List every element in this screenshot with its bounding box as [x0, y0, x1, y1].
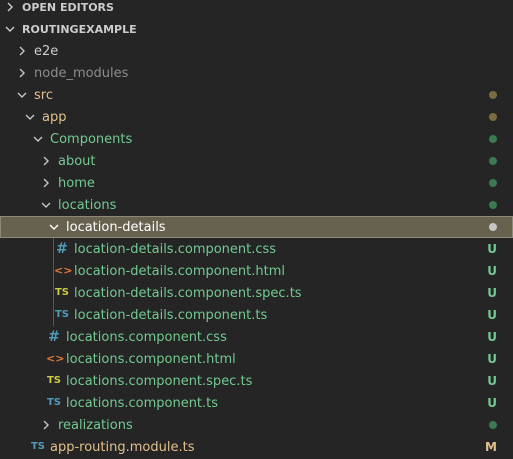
modified-dot-icon	[489, 91, 497, 99]
tree-item-label: location-details	[66, 219, 166, 235]
untracked-badge: U	[487, 330, 497, 344]
tree-item-label: location-details.component.css	[74, 241, 277, 257]
tree-folder-locations[interactable]: locations	[0, 194, 513, 216]
tree-file-locations-ts[interactable]: TS locations.component.ts U	[0, 392, 513, 414]
chevron-down-icon	[14, 87, 30, 103]
untracked-badge: U	[487, 374, 497, 388]
chevron-down-icon	[38, 197, 54, 213]
html-file-icon: <>	[46, 352, 65, 365]
tree-file-location-details-ts[interactable]: TS location-details.component.ts U	[0, 304, 513, 326]
modified-dot-icon	[489, 113, 497, 121]
ts-file-icon: TS	[46, 397, 62, 408]
project-header[interactable]: ROUTINGEXAMPLE	[0, 18, 513, 40]
tree-item-label: locations.component.html	[66, 351, 236, 367]
tree-item-label: app	[42, 109, 67, 125]
chevron-down-icon	[30, 131, 46, 147]
untracked-badge: U	[487, 352, 497, 366]
tree-file-locations-spec[interactable]: TS locations.component.spec.ts U	[0, 370, 513, 392]
indent-guide	[53, 304, 54, 326]
tree-item-label: src	[34, 87, 53, 103]
untracked-badge: U	[487, 286, 497, 300]
untracked-dot-icon	[489, 135, 497, 143]
tree-item-label: app-routing.module.ts	[50, 439, 195, 455]
chevron-right-icon	[14, 65, 30, 81]
tree-folder-e2e[interactable]: e2e	[0, 40, 513, 62]
tree-folder-about[interactable]: about	[0, 150, 513, 172]
tree-item-label: home	[58, 175, 95, 191]
tree-file-location-details-spec[interactable]: TS location-details.component.spec.ts U	[0, 282, 513, 304]
untracked-badge: U	[487, 242, 497, 256]
open-editors-header[interactable]: OPEN EDITORS	[0, 0, 513, 18]
tree-item-label: locations.component.ts	[66, 395, 219, 411]
indent-guide	[53, 238, 54, 260]
ts-file-icon: TS	[30, 441, 46, 452]
tree-file-locations-html[interactable]: <> locations.component.html U	[0, 348, 513, 370]
tree-file-app-routing[interactable]: TS app-routing.module.ts M	[0, 436, 513, 458]
tree-folder-src[interactable]: src	[0, 84, 513, 106]
file-explorer: OPEN EDITORS ROUTINGEXAMPLE e2e node_mod…	[0, 0, 513, 459]
css-file-icon: #	[56, 241, 68, 257]
tree-folder-components[interactable]: Components	[0, 128, 513, 150]
ts-file-icon: TS	[54, 309, 70, 320]
tree-item-label: about	[58, 153, 96, 169]
ts-spec-file-icon: TS	[54, 287, 70, 298]
chevron-right-icon	[2, 0, 18, 15]
chevron-down-icon	[22, 109, 38, 125]
css-file-icon: #	[48, 329, 60, 345]
ts-spec-file-icon: TS	[46, 375, 62, 386]
untracked-badge: U	[487, 264, 497, 278]
tree-folder-app[interactable]: app	[0, 106, 513, 128]
tree-item-label: node_modules	[34, 65, 129, 81]
tree-file-location-details-html[interactable]: <> location-details.component.html U	[0, 260, 513, 282]
project-label: ROUTINGEXAMPLE	[22, 22, 137, 36]
chevron-right-icon	[38, 417, 54, 433]
chevron-right-icon	[14, 43, 30, 59]
tree-item-label: locations.component.css	[66, 329, 227, 345]
tree-folder-node-modules[interactable]: node_modules	[0, 62, 513, 84]
chevron-down-icon	[2, 21, 18, 37]
indent-guide	[53, 282, 54, 304]
chevron-right-icon	[38, 175, 54, 191]
untracked-badge: U	[487, 396, 497, 410]
tree-file-locations-css[interactable]: # locations.component.css U	[0, 326, 513, 348]
html-file-icon: <>	[54, 264, 73, 277]
tree-item-label: e2e	[34, 43, 59, 59]
tree-item-label: location-details.component.ts	[74, 307, 268, 323]
untracked-badge: U	[487, 308, 497, 322]
chevron-down-icon	[46, 219, 62, 235]
untracked-dot-icon	[489, 179, 497, 187]
tree-item-label: location-details.component.spec.ts	[74, 285, 302, 301]
tree-item-label: locations.component.spec.ts	[66, 373, 253, 389]
tree-item-label: Components	[50, 131, 133, 147]
tree-folder-realizations[interactable]: realizations	[0, 414, 513, 436]
tree-item-label: realizations	[58, 417, 133, 433]
modified-badge: M	[485, 440, 497, 454]
indent-guide	[53, 260, 54, 282]
tree-item-label: locations	[58, 197, 117, 213]
tree-folder-home[interactable]: home	[0, 172, 513, 194]
untracked-dot-icon	[489, 223, 497, 231]
tree-folder-location-details[interactable]: location-details	[0, 216, 513, 238]
chevron-right-icon	[38, 153, 54, 169]
open-editors-label: OPEN EDITORS	[22, 0, 114, 14]
tree-item-label: location-details.component.html	[74, 263, 286, 279]
tree-file-location-details-css[interactable]: # location-details.component.css U	[0, 238, 513, 260]
untracked-dot-icon	[489, 201, 497, 209]
untracked-dot-icon	[489, 157, 497, 165]
untracked-dot-icon	[489, 421, 497, 429]
